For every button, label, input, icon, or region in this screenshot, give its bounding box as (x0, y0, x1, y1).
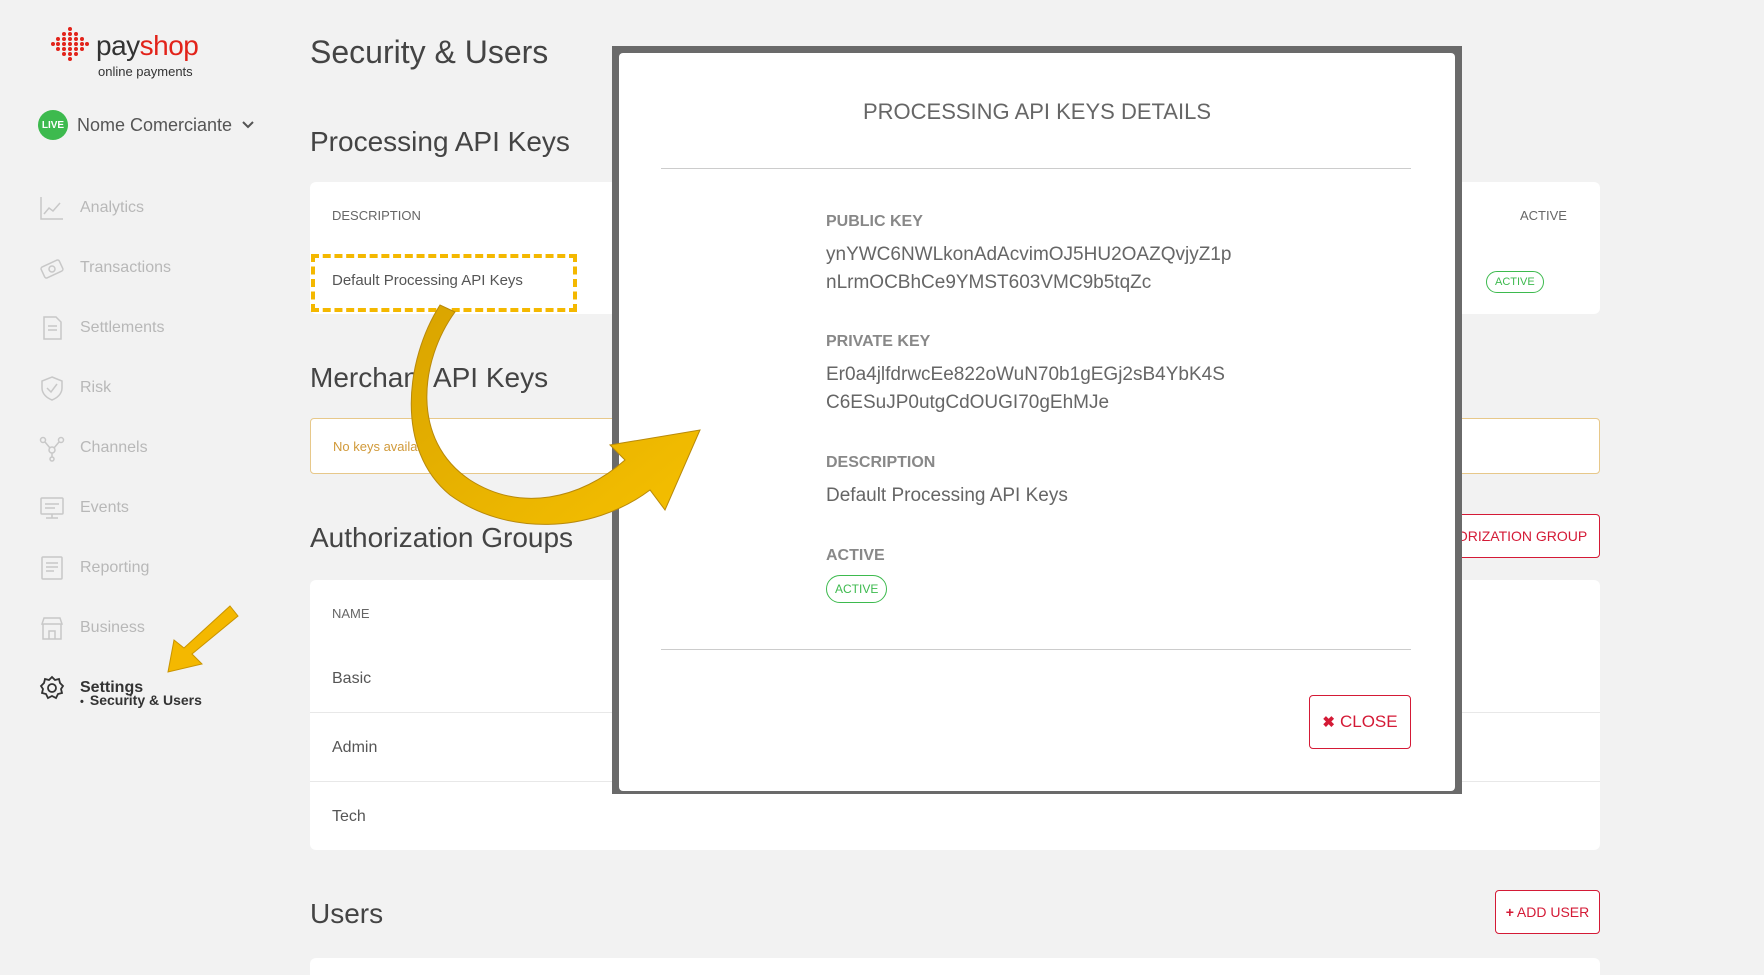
sidebar-item-channels[interactable]: Channels (38, 418, 171, 478)
annotation-curved-arrow-icon (410, 304, 701, 525)
private-key-line: C6ESuJP0utgCdOUGI70gEhMJe (826, 392, 1110, 413)
sidebar-item-reporting[interactable]: Reporting (38, 538, 171, 598)
sidebar-item-settlements[interactable]: Settlements (38, 298, 171, 358)
page-title: Security & Users (310, 34, 549, 70)
sidebar-item-label: Events (80, 499, 129, 516)
col-active: ACTIVE (1520, 208, 1567, 223)
sidebar-item-label: Analytics (80, 199, 145, 216)
sidebar-item-events[interactable]: Events (38, 478, 171, 538)
merchant-selector[interactable]: LIVE Nome Comerciante (38, 110, 254, 140)
close-label: CLOSE (1339, 712, 1398, 731)
sidebar-item-label: Business (80, 619, 145, 636)
active-status-badge: ACTIVE (826, 575, 888, 603)
active-label: ACTIVE (826, 547, 885, 564)
reporting-icon (41, 556, 63, 580)
sidebar-item-business[interactable]: Business (38, 598, 171, 658)
sidebar-item-risk[interactable]: Risk (38, 358, 171, 418)
sidebar-item-label: Transactions (80, 259, 171, 276)
channels-icon (39, 436, 65, 462)
shield-icon (41, 376, 63, 401)
sidebar: payshop online payments LIVE Nome Comerc… (0, 0, 290, 975)
merchant-name: Nome Comerciante (77, 114, 233, 135)
events-icon (40, 497, 64, 519)
sidebar-item-label: Settlements (80, 319, 165, 336)
private-key-value[interactable]: Er0a4jlfdrwcEe822oWuN70b1gEGj2sB4YbK4S C… (826, 361, 1386, 417)
sidebar-item-label: Reporting (80, 559, 150, 576)
table-row[interactable]: Admin (332, 739, 377, 757)
private-key-label: PRIVATE KEY (826, 333, 931, 350)
users-table (310, 958, 1600, 975)
col-name: NAME (332, 606, 370, 621)
settlements-icon (43, 316, 62, 340)
public-key-line: nLrmOCBhCe9YMST603VMC9b5tqZc (826, 272, 1152, 293)
status-badge: ACTIVE (1486, 271, 1544, 293)
close-button[interactable]: ✖ CLOSE (1309, 695, 1411, 749)
modal-divider (661, 649, 1411, 650)
public-key-label: PUBLIC KEY (826, 213, 923, 230)
table-row[interactable]: Basic (332, 670, 371, 688)
sidebar-item-settings[interactable]: Settings (38, 658, 171, 718)
chevron-down-icon (242, 121, 254, 129)
modal-divider (661, 168, 1411, 169)
store-icon (40, 617, 64, 640)
public-key-line: ynYWC6NWLkonAdAcvimOJ5HU2OAZQvjyZ1p (826, 244, 1232, 265)
sidebar-item-analytics[interactable]: Analytics (38, 178, 171, 238)
close-icon: ✖ (1322, 714, 1335, 731)
payshop-logo[interactable]: payshop online payments (50, 22, 210, 82)
brand-name: payshop (96, 30, 199, 61)
description-label: DESCRIPTION (826, 454, 936, 471)
processing-keys-heading: Processing API Keys (310, 126, 570, 157)
sidebar-subitem-security-users[interactable]: Security & Users (80, 692, 202, 708)
add-user-button[interactable]: + ADD USER (1495, 890, 1600, 934)
gear-icon (39, 675, 65, 700)
sidebar-nav: Analytics Transactions Settlements Risk … (38, 178, 171, 718)
description-value: Default Processing API Keys (826, 485, 1068, 506)
live-badge: LIVE (38, 110, 68, 140)
modal-title: PROCESSING API KEYS DETAILS (862, 99, 1212, 124)
api-keys-details-modal: PROCESSING API KEYS DETAILS PUBLIC KEY y… (619, 53, 1455, 791)
sidebar-item-label: Risk (80, 379, 112, 396)
users-heading: Users (310, 898, 384, 929)
public-key-value[interactable]: ynYWC6NWLkonAdAcvimOJ5HU2OAZQvjyZ1p nLrm… (826, 241, 1386, 297)
sidebar-item-transactions[interactable]: Transactions (38, 238, 171, 298)
analytics-icon (40, 197, 63, 220)
brand-tagline: online payments (98, 64, 193, 79)
annotation-arrow-icon (167, 605, 239, 673)
transactions-icon (40, 259, 64, 279)
plus-icon: + (1505, 904, 1514, 920)
table-row[interactable]: Tech (332, 808, 366, 826)
private-key-line: Er0a4jlfdrwcEe822oWuN70b1gEGj2sB4YbK4S (826, 364, 1225, 385)
logo-dots-icon (51, 27, 89, 61)
col-description: DESCRIPTION (332, 208, 421, 223)
add-user-label: ADD USER (1516, 904, 1590, 920)
sidebar-item-label: Channels (80, 439, 148, 456)
